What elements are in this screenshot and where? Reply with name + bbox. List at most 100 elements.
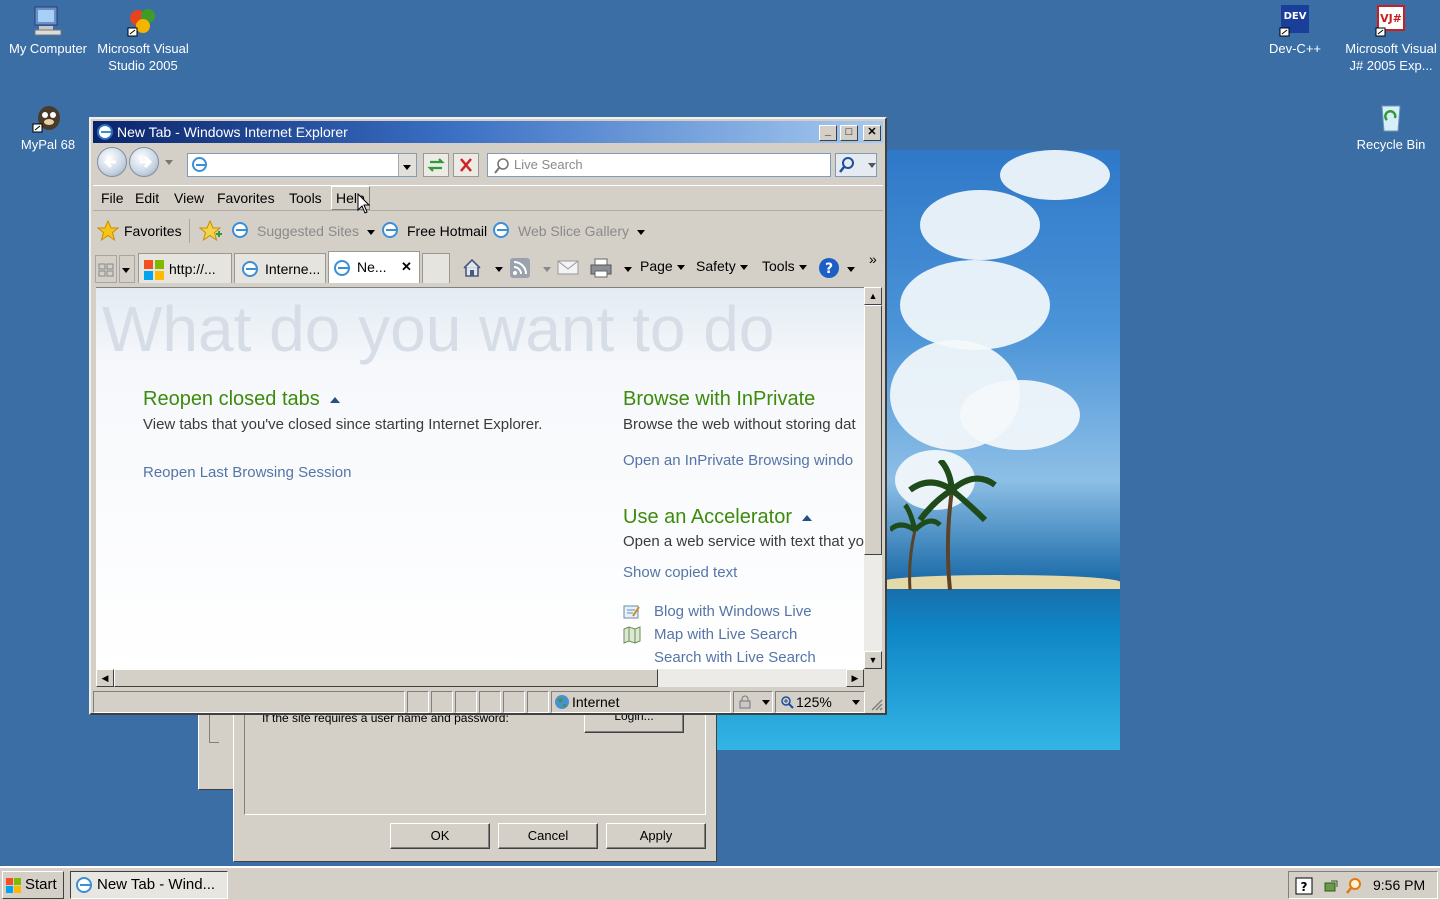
window-title: New Tab - Windows Internet Explorer [117,124,348,140]
blog-icon [623,605,640,619]
forward-button[interactable] [129,147,159,177]
desktop-icon-label: Studio 2005 [108,58,178,73]
protected-mode-field[interactable] [733,691,773,713]
scroll-right-button[interactable]: ▶ [846,669,864,687]
free-hotmail-link[interactable]: Free Hotmail [407,219,487,243]
menu-view[interactable]: View [174,186,204,210]
feeds-dropdown-icon[interactable] [543,267,551,272]
menu-file[interactable]: File [101,186,124,210]
security-zone-field[interactable]: Internet [551,691,731,713]
help-icon[interactable]: ? [818,257,840,279]
blog-with-windows-live-link[interactable]: Blog with Windows Live [654,603,812,620]
search-input[interactable]: Live Search [487,153,831,177]
horizontal-scroll-thumb[interactable] [114,669,658,687]
home-icon[interactable] [461,257,483,279]
stop-button[interactable] [453,153,479,177]
tools-menu[interactable]: Tools [762,258,807,274]
desktop-icon-mypal[interactable]: MyPal 68 [0,100,96,153]
map-with-live-search-link[interactable]: Map with Live Search [654,626,797,643]
apply-button[interactable]: Apply [606,823,706,849]
search-button[interactable] [835,153,877,177]
taskbar-item-ie[interactable]: New Tab - Wind... [70,871,228,899]
zoom-magnifier-icon [781,696,794,709]
scroll-left-button[interactable]: ◀ [96,669,114,687]
zoom-field[interactable]: 125% [775,691,865,713]
page-menu[interactable]: Page [640,258,685,274]
taskbar: Start New Tab - Wind... ? 9:56 PM [0,866,1440,900]
status-field [455,691,477,713]
window-titlebar[interactable]: New Tab - Windows Internet Explorer _ □ … [93,121,883,143]
back-button[interactable] [97,147,127,177]
stop-icon [460,158,472,172]
read-mail-icon[interactable] [557,259,579,277]
safety-menu[interactable]: Safety [696,258,748,274]
menu-favorites[interactable]: Favorites [217,186,275,210]
address-bar[interactable] [187,153,417,177]
reopen-heading-label: Reopen closed tabs [143,388,320,410]
desktop-icon-devcpp[interactable]: DEV Dev-C++ [1247,4,1343,57]
feeds-icon[interactable] [509,257,531,279]
new-tab-button[interactable] [422,253,450,283]
scroll-up-button[interactable]: ▲ [864,287,882,305]
accelerator-heading[interactable]: Use an Accelerator [623,506,812,529]
scroll-down-button[interactable]: ▼ [864,651,882,669]
resize-grip-icon[interactable] [869,697,883,711]
web-slice-gallery-link[interactable]: Web Slice Gallery [518,219,646,243]
desktop-icon-label: Microsoft Visual [97,41,189,56]
tab-list-button[interactable] [119,255,135,283]
devcpp-icon: DEV [1278,4,1312,38]
quick-tabs-button[interactable] [95,255,117,283]
desktop-icon-visual-studio[interactable]: Microsoft Visual Studio 2005 [95,4,191,74]
minimize-button[interactable]: _ [819,125,837,141]
open-inprivate-link[interactable]: Open an InPrivate Browsing windo [623,452,853,469]
search-tray-icon[interactable] [1345,877,1363,895]
favorites-button[interactable]: Favorites [124,219,182,243]
tab-new-active[interactable]: Ne... ✕ [328,251,420,283]
suggested-sites-link[interactable]: Suggested Sites [257,219,375,243]
start-button[interactable]: Start [2,871,64,899]
desktop-icon-label: My Computer [8,41,88,56]
ie-window: New Tab - Windows Internet Explorer _ □ … [89,117,887,715]
chevron-down-icon [762,700,770,705]
search-with-live-search-link[interactable]: Search with Live Search [654,649,816,666]
ie-page-icon [192,157,207,172]
ie-icon [76,877,92,893]
cancel-button[interactable]: Cancel [498,823,598,849]
reopen-closed-tabs-heading[interactable]: Reopen closed tabs [143,388,340,411]
windows-flag-icon [144,260,164,280]
desktop-icon-recycle-bin[interactable]: Recycle Bin [1343,100,1439,153]
address-dropdown-button[interactable] [398,154,416,176]
accelerator-description: Open a web service with text that yo [623,533,864,550]
maximize-button[interactable]: □ [840,125,858,141]
close-button[interactable]: ✕ [863,125,881,141]
horizontal-scrollbar[interactable]: ◀ ▶ [96,669,864,687]
add-to-favorites-bar-icon[interactable] [199,220,223,242]
menu-tools[interactable]: Tools [289,186,322,210]
vertical-scroll-thumb[interactable] [864,305,882,555]
print-dropdown-icon[interactable] [624,267,632,272]
zoom-level: 125% [796,694,832,710]
command-bar-overflow-button[interactable]: » [869,251,877,267]
desktop-icon-visual-jsharp[interactable]: VJ# Microsoft Visual J# 2005 Exp... [1343,4,1439,74]
tab-http[interactable]: http://... [138,253,232,283]
ok-button[interactable]: OK [390,823,490,849]
show-copied-text-link[interactable]: Show copied text [623,564,737,581]
vertical-scrollbar[interactable]: ▲ ▼ [864,287,882,669]
tab-internet[interactable]: Interne... [234,253,326,283]
print-icon[interactable] [589,257,613,279]
menu-edit[interactable]: Edit [135,186,159,210]
svg-text:VJ#: VJ# [1380,12,1402,25]
search-options-dropdown-icon[interactable] [868,163,876,168]
computer-icon [31,4,65,38]
help-dropdown-icon[interactable] [847,267,855,272]
close-tab-icon[interactable]: ✕ [401,252,412,282]
inprivate-description: Browse the web without storing dat [623,416,856,433]
home-dropdown-icon[interactable] [495,267,503,272]
refresh-button[interactable] [423,153,449,177]
reopen-last-session-link[interactable]: Reopen Last Browsing Session [143,464,351,481]
desktop-icon-my-computer[interactable]: My Computer [0,4,96,57]
recent-pages-dropdown-icon[interactable] [165,160,173,165]
network-tray-icon[interactable] [1323,877,1341,895]
help-tray-icon[interactable]: ? [1295,877,1313,895]
ie-tab-icon [242,261,258,277]
